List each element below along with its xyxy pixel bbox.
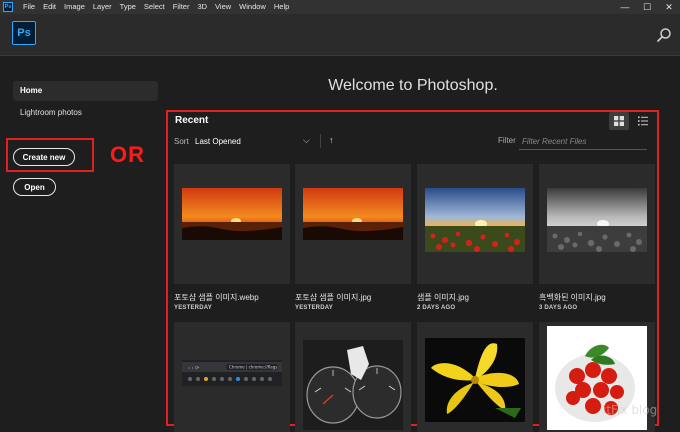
- sort-label: Sort: [174, 137, 189, 146]
- file-thumbnail: ‹ › ⟳ Chrome | chrome://flags: [182, 360, 282, 386]
- recent-file-tile[interactable]: [295, 322, 411, 432]
- file-name[interactable]: 포토샵 샘플 이미지.webp: [174, 292, 259, 303]
- menu-file[interactable]: File: [19, 0, 39, 14]
- recent-file-tile[interactable]: [417, 322, 533, 432]
- blog-watermark: itFix blog: [603, 403, 658, 417]
- file-name[interactable]: 흑백화된 이미지.jpg: [539, 292, 606, 303]
- chevron-down-icon[interactable]: ⌵: [303, 135, 310, 146]
- recent-file-tile[interactable]: [295, 164, 411, 284]
- menu-filter[interactable]: Filter: [169, 0, 194, 14]
- menu-window[interactable]: Window: [235, 0, 270, 14]
- or-annotation: OR: [110, 142, 145, 167]
- file-name[interactable]: 포토샵 샘플 이미지.jpg: [295, 292, 371, 303]
- menu-image[interactable]: Image: [60, 0, 89, 14]
- file-thumbnail: [182, 188, 282, 240]
- menu-type[interactable]: Type: [116, 0, 140, 14]
- file-thumbnail: [303, 188, 403, 240]
- menu-bar: Ps File Edit Image Layer Type Select Fil…: [0, 0, 680, 14]
- menu-layer[interactable]: Layer: [89, 0, 116, 14]
- menu-edit[interactable]: Edit: [39, 0, 60, 14]
- file-thumbnail: [303, 340, 403, 430]
- sidebar-item-lightroom-photos[interactable]: Lightroom photos: [13, 103, 158, 123]
- grid-view-icon[interactable]: [609, 112, 629, 130]
- recent-file-tile[interactable]: [174, 164, 290, 284]
- sort-dropdown[interactable]: Last Opened: [195, 137, 241, 146]
- menu-select[interactable]: Select: [140, 0, 169, 14]
- sidebar-item-home[interactable]: Home: [13, 81, 158, 101]
- maximize-button[interactable]: ☐: [636, 0, 658, 14]
- photoshop-logo[interactable]: Ps: [12, 21, 36, 45]
- recent-file-tile[interactable]: [417, 164, 533, 284]
- sort-divider: [320, 134, 321, 148]
- recent-file-tile[interactable]: ‹ › ⟳ Chrome | chrome://flags: [174, 322, 290, 432]
- chrome-url-text: Chrome | chrome://flags: [229, 365, 277, 370]
- recent-title: Recent: [175, 115, 209, 126]
- search-icon[interactable]: [656, 27, 672, 43]
- photoshop-app-icon[interactable]: Ps: [3, 2, 13, 12]
- sort-direction-button[interactable]: ↑: [329, 135, 334, 145]
- menu-3d[interactable]: 3D: [193, 0, 211, 14]
- recent-file-tile[interactable]: [539, 164, 655, 284]
- file-thumbnail: [425, 188, 525, 252]
- left-sidebar: Home Lightroom photos Create new Open OR: [0, 56, 166, 432]
- file-thumbnail: [547, 188, 647, 252]
- app-header: Ps: [0, 14, 680, 56]
- menu-help[interactable]: Help: [270, 0, 293, 14]
- menu-view[interactable]: View: [211, 0, 235, 14]
- file-date: 3 DAYS AGO: [539, 305, 578, 311]
- filter-input[interactable]: [519, 133, 647, 150]
- filter-label: Filter: [498, 136, 516, 145]
- welcome-heading: Welcome to Photoshop.: [328, 77, 498, 94]
- file-date: 2 DAYS AGO: [417, 305, 456, 311]
- list-view-icon[interactable]: [633, 112, 653, 130]
- svg-text:‹ › ⟳: ‹ › ⟳: [188, 366, 200, 372]
- file-date: YESTERDAY: [295, 305, 333, 311]
- open-button[interactable]: Open: [13, 178, 56, 196]
- file-thumbnail: [425, 338, 525, 422]
- close-button[interactable]: ✕: [658, 0, 680, 14]
- file-date: YESTERDAY: [174, 305, 212, 311]
- window-controls: — ☐ ✕: [614, 0, 680, 14]
- file-name[interactable]: 샘플 이미지.jpg: [417, 292, 469, 303]
- minimize-button[interactable]: —: [614, 0, 636, 14]
- create-new-button[interactable]: Create new: [13, 148, 75, 166]
